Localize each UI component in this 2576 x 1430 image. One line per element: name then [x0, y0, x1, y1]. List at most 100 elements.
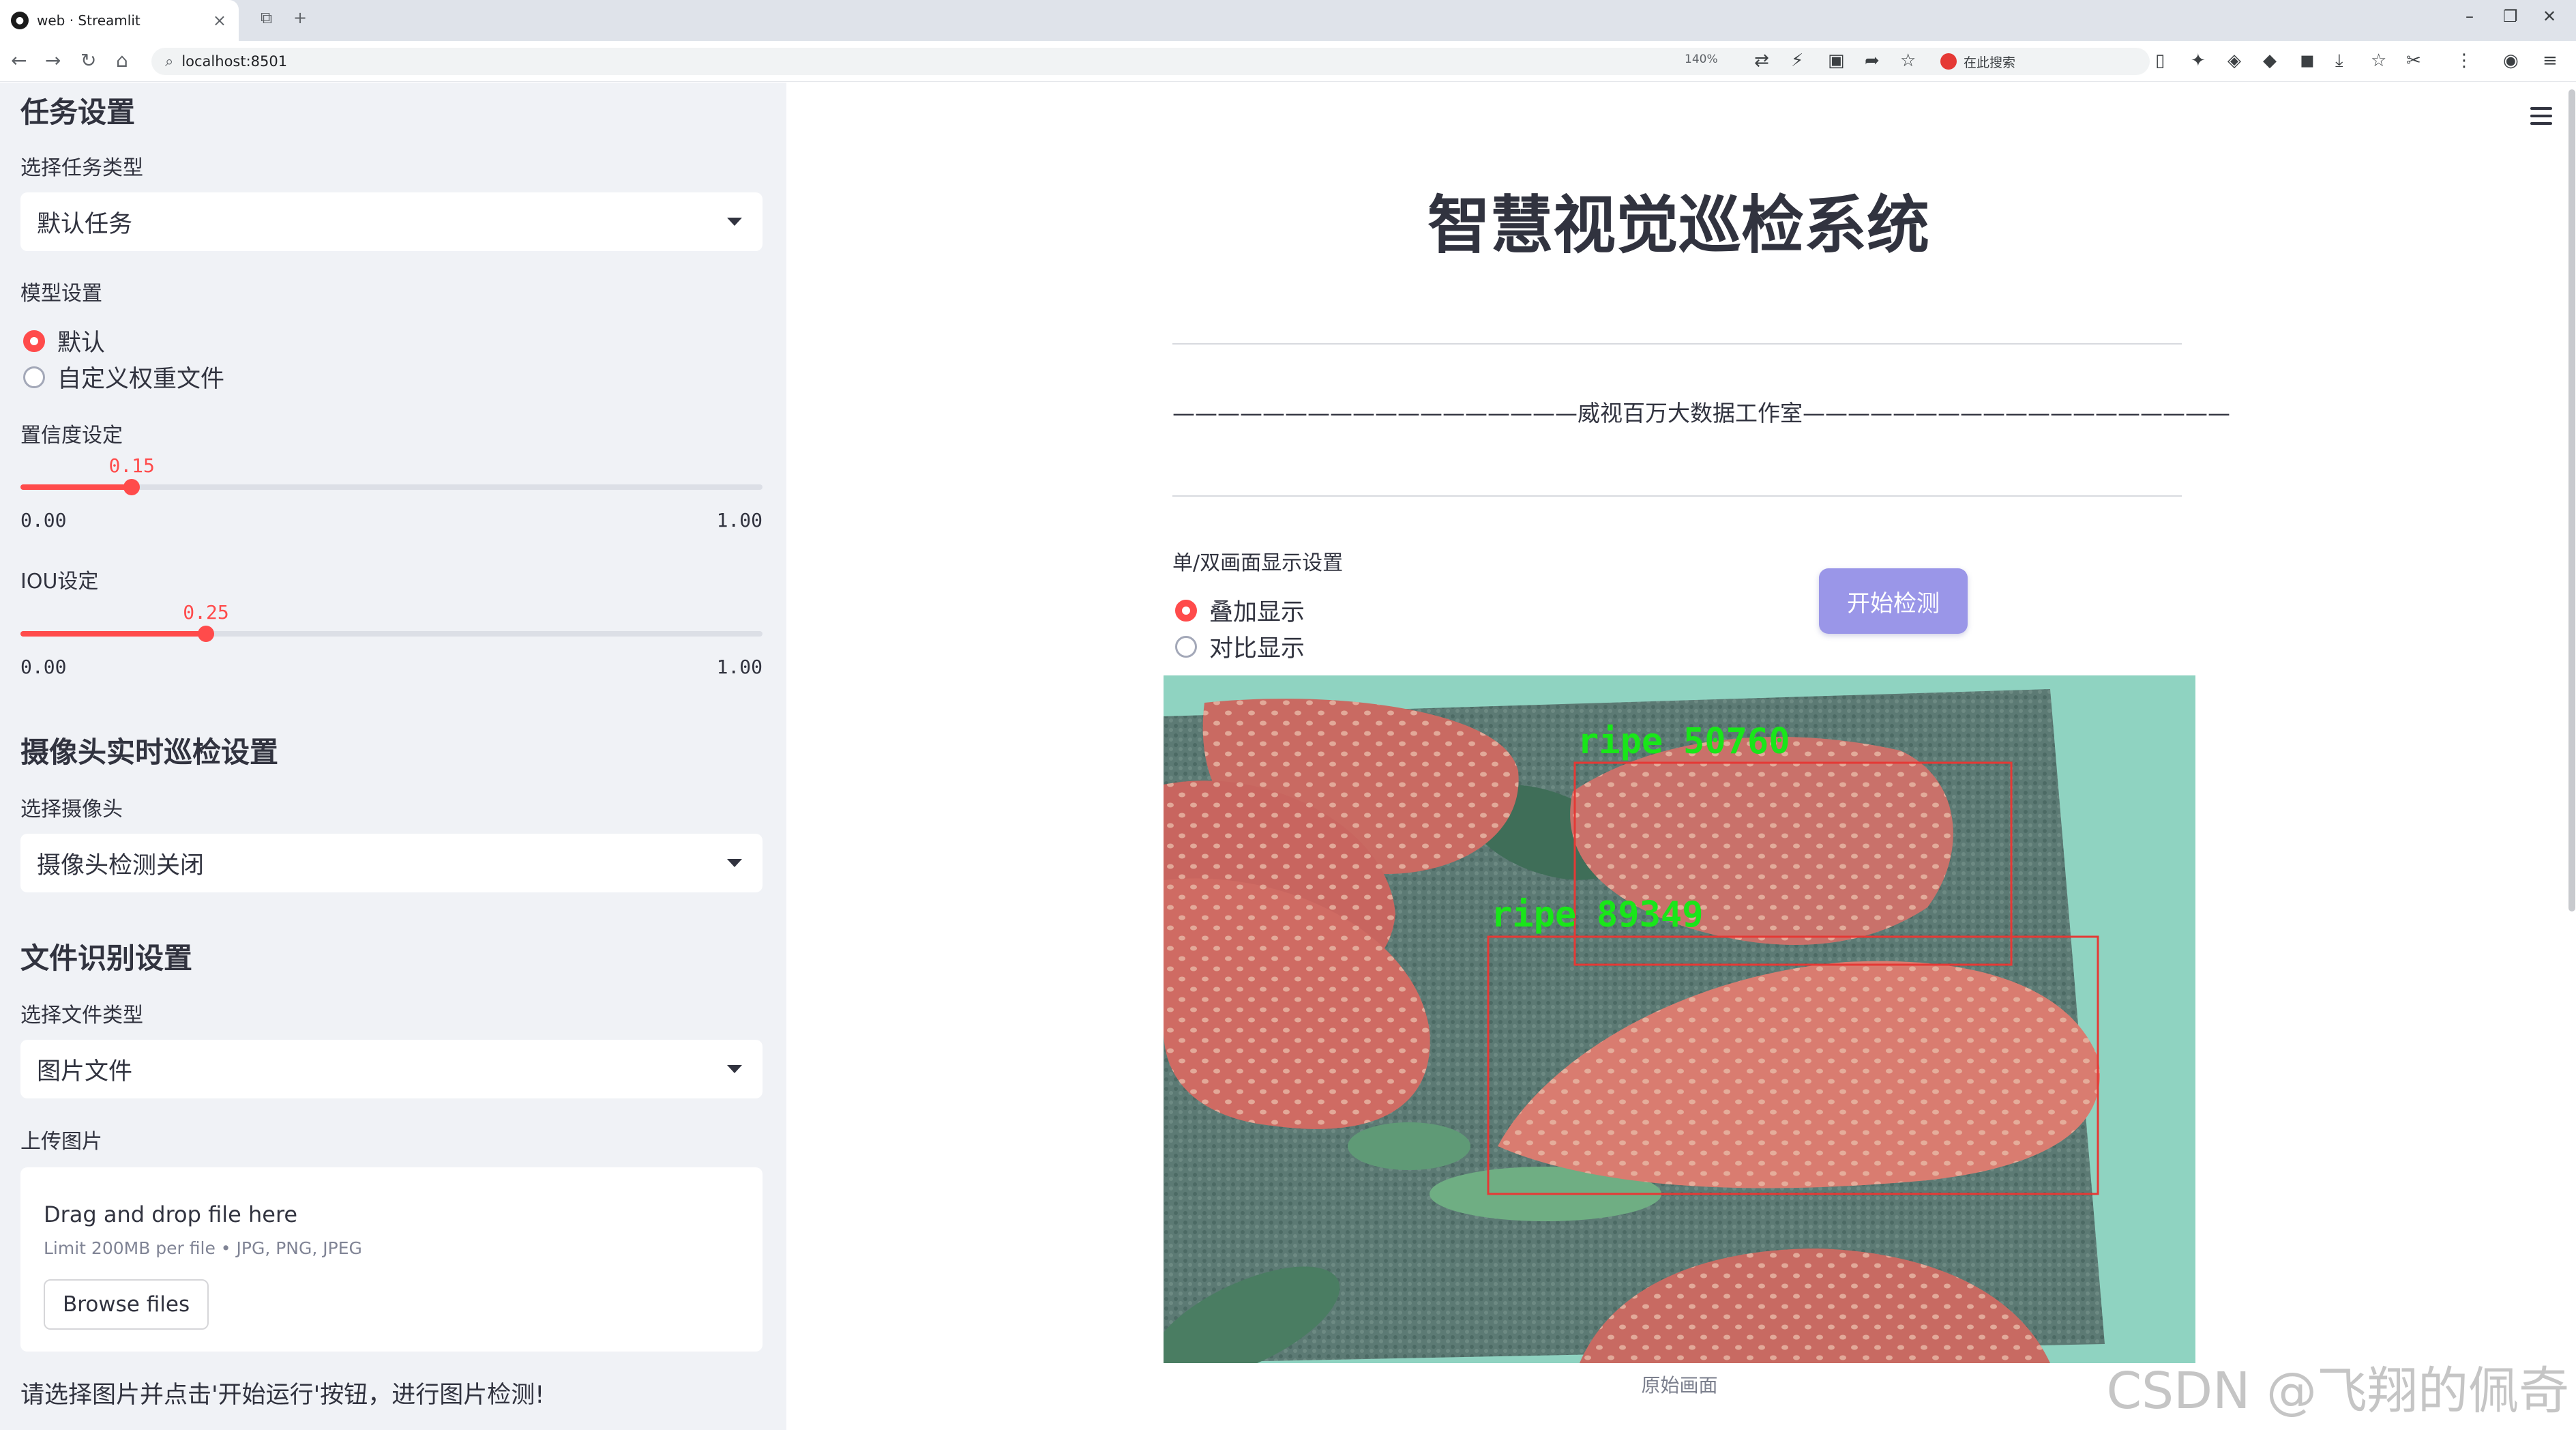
page-subtitle: ——————————————————威视百万大数据工作室————————————…	[1172, 400, 2230, 426]
detection-label: ripe	[1491, 894, 1576, 935]
camera-select[interactable]: 摄像头检测关闭	[20, 834, 763, 892]
camera-value: 摄像头检测关闭	[37, 851, 205, 879]
file-dropzone[interactable]: Drag and drop file here Limit 200MB per …	[20, 1167, 763, 1352]
slider-thumb[interactable]	[198, 626, 214, 642]
slider-min: 0.00	[20, 509, 67, 531]
minimize-icon[interactable]: –	[2466, 7, 2474, 26]
streamlit-icon: ●	[11, 12, 29, 29]
slider-value: 0.15	[108, 454, 155, 477]
zoom-level[interactable]: 140%	[1685, 53, 1718, 66]
chevron-down-icon	[727, 859, 742, 867]
slider-thumb[interactable]	[123, 479, 140, 495]
avatar-icon[interactable]: ◉	[2503, 50, 2519, 71]
image-caption: 原始画面	[1641, 1374, 1718, 1397]
translate-icon[interactable]: ⇄	[1754, 50, 1769, 71]
start-detection-button[interactable]: 开始检测	[1819, 568, 1968, 634]
extension-2-icon[interactable]: ◈	[2227, 50, 2241, 71]
slider-max: 1.00	[716, 509, 763, 531]
model-label: 模型设置	[20, 282, 102, 306]
search-engine-box[interactable]: 在此搜索	[1940, 49, 2015, 74]
search-icon: ⌕	[165, 53, 174, 70]
extension-icon[interactable]: ✦	[2191, 50, 2206, 71]
chevron-down-icon	[727, 1065, 742, 1073]
csdn-watermark: CSDN @飞翔的佩奇	[2106, 1362, 2569, 1420]
detection-score: 50760	[1683, 721, 1790, 762]
main-content: 智慧视觉巡检系统 ——————————————————威视百万大数据工作室———…	[786, 83, 2576, 1430]
more-icon[interactable]: ⋮	[2455, 50, 2473, 71]
model-option-custom[interactable]: 自定义权重文件	[23, 360, 224, 394]
restore-icon[interactable]: ❐	[2503, 7, 2518, 26]
close-tab-icon[interactable]: ×	[213, 11, 226, 30]
close-window-icon[interactable]: ✕	[2543, 7, 2556, 26]
file-section-title: 文件识别设置	[20, 942, 193, 975]
dropzone-limit: Limit 200MB per file • JPG, PNG, JPEG	[44, 1238, 362, 1258]
detection-image: ripe 50760 ripe 89349	[1164, 675, 2195, 1363]
menu-line	[2530, 115, 2552, 117]
model-option-label: 默认	[57, 330, 106, 357]
menu-line	[2530, 122, 2552, 125]
menu-icon[interactable]: ≡	[2543, 50, 2558, 71]
iou-slider[interactable]: 0.25 0.00 1.00	[20, 601, 763, 678]
sidebar: 任务设置 选择任务类型 默认任务 模型设置 默认 自定义权重文件 置信度设定 0…	[0, 83, 786, 1430]
file-type-select[interactable]: 图片文件	[20, 1040, 763, 1098]
display-option-label: 对比显示	[1209, 635, 1305, 662]
browse-files-button[interactable]: Browse files	[44, 1279, 209, 1330]
slider-max: 1.00	[716, 656, 763, 678]
detection-label: ripe	[1578, 721, 1663, 762]
url-text: localhost:8501	[181, 53, 288, 70]
favorites-icon[interactable]: ☆	[2371, 50, 2386, 71]
lightning-icon[interactable]: ⚡	[1791, 50, 1803, 71]
menu-line	[2530, 107, 2552, 110]
detection-score: 89349	[1597, 894, 1704, 935]
tab-title: web · Streamlit	[37, 12, 140, 29]
slider-fill	[20, 484, 132, 490]
download-icon[interactable]: ⤓	[2335, 50, 2343, 72]
display-option-overlay[interactable]: 叠加显示	[1175, 593, 1305, 628]
confidence-slider[interactable]: 0.15 0.00 1.00	[20, 454, 763, 531]
task-section-title: 任务设置	[20, 96, 136, 129]
slider-fill	[20, 631, 206, 637]
new-tab-icon[interactable]: +	[293, 8, 307, 27]
bookmark-star-icon[interactable]: ☆	[1900, 50, 1916, 71]
forward-icon[interactable]: →	[45, 49, 61, 72]
mobile-icon[interactable]: ▯	[2155, 50, 2165, 71]
divider	[1172, 343, 2182, 345]
hamburger-menu-icon[interactable]	[2530, 107, 2552, 125]
slider-value: 0.25	[183, 601, 229, 624]
camera-label: 选择摄像头	[20, 798, 123, 821]
iou-label: IOU设定	[20, 570, 99, 594]
search-placeholder: 在此搜索	[1964, 55, 2016, 70]
chevron-down-icon	[727, 218, 742, 226]
home-icon[interactable]: ⌂	[116, 49, 128, 72]
slider-track	[20, 631, 763, 637]
task-type-select[interactable]: 默认任务	[20, 192, 763, 251]
upload-label: 上传图片	[20, 1130, 102, 1154]
tab-groups-icon[interactable]: ⧉	[261, 8, 272, 27]
radio-checked-icon	[23, 330, 45, 352]
radio-checked-icon	[1175, 599, 1197, 622]
browser-tab[interactable]: ● web · Streamlit ×	[0, 0, 239, 41]
radio-unchecked-icon	[1175, 635, 1197, 658]
reload-icon[interactable]: ↻	[80, 49, 96, 72]
back-icon[interactable]: ←	[11, 49, 27, 72]
display-option-compare[interactable]: 对比显示	[1175, 629, 1305, 664]
browser-toolbar: ← → ↻ ⌂ ⌕ localhost:8501 140% ⇄ ⚡ ▣ ➦ ☆ …	[0, 41, 2576, 82]
task-type-label: 选择任务类型	[20, 156, 143, 180]
file-type-label: 选择文件类型	[20, 1004, 143, 1027]
camera-section-title: 摄像头实时巡检设置	[20, 735, 279, 769]
strawberry-photo: ripe 50760 ripe 89349	[1164, 675, 2195, 1363]
divider	[1172, 495, 2182, 497]
sidebar-hint: 请选择图片并点击'开始运行'按钮，进行图片检测!	[20, 1382, 545, 1409]
task-type-value: 默认任务	[37, 210, 133, 238]
model-option-default[interactable]: 默认	[23, 323, 105, 358]
screenshot-icon[interactable]: ▣	[1828, 50, 1845, 71]
address-bar[interactable]: ⌕ localhost:8501	[151, 48, 2150, 75]
share-icon[interactable]: ➦	[1865, 50, 1880, 71]
extension-4-icon[interactable]: ◼	[2300, 50, 2315, 71]
browser-tab-bar: ● web · Streamlit × ⧉ + – ❐ ✕	[0, 0, 2576, 41]
extension-3-icon[interactable]: ◆	[2263, 50, 2277, 71]
scissors-icon[interactable]: ✂	[2406, 50, 2421, 71]
model-option-label: 自定义权重文件	[57, 366, 225, 393]
radio-unchecked-icon	[23, 366, 45, 388]
confidence-label: 置信度设定	[20, 424, 123, 448]
